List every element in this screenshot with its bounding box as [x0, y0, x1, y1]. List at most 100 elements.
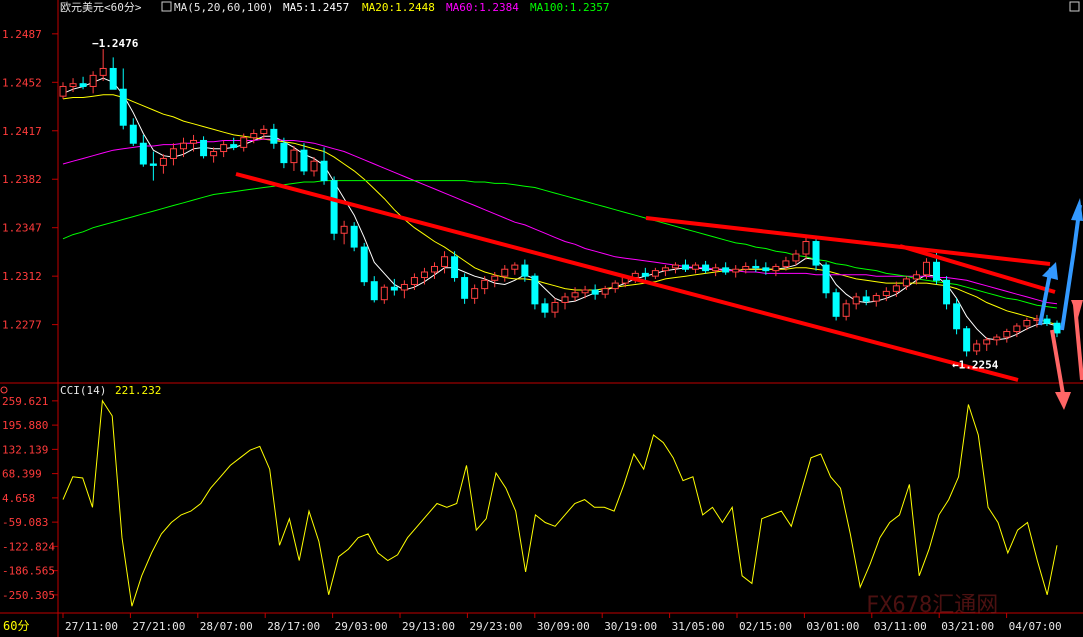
candle-body	[892, 285, 900, 292]
arrow-down-icon	[1071, 300, 1083, 381]
x-tick-label: 29/13:00	[402, 620, 455, 633]
candle	[641, 267, 649, 281]
candle-body	[350, 225, 358, 248]
candle-body	[99, 67, 107, 76]
ma-line-ma100	[62, 180, 1058, 309]
candle	[702, 260, 710, 274]
candle-body	[1043, 318, 1051, 324]
candle	[601, 285, 609, 299]
candle-body	[441, 256, 449, 267]
candle-body	[501, 268, 509, 277]
candle-body	[461, 277, 469, 299]
candle	[812, 237, 820, 271]
price-tick-label: 1.2417	[2, 125, 42, 138]
x-tick-label: 27/11:00	[65, 620, 118, 633]
candle	[109, 57, 117, 90]
candle-body	[270, 128, 278, 144]
cci-tick-label: 132.139	[2, 443, 48, 456]
candle	[651, 267, 659, 279]
candle	[671, 262, 679, 274]
x-tick-label: 28/17:00	[267, 620, 320, 633]
candle	[541, 298, 549, 318]
candle-body	[59, 85, 67, 97]
candle-body	[240, 137, 248, 148]
x-tick-label: 02/15:00	[739, 620, 792, 633]
arrow-down-icon	[1050, 329, 1071, 410]
candle-body	[933, 261, 941, 281]
trendline-upper	[645, 216, 1051, 266]
candle-body	[912, 274, 920, 280]
candle	[370, 276, 378, 303]
ma-line-ma5	[62, 77, 1058, 341]
candle	[99, 49, 107, 81]
x-tick-label: 03/01:00	[806, 620, 859, 633]
indicator-dot-icon[interactable]	[0, 386, 8, 394]
candle	[692, 262, 700, 274]
ma100-value: MA100:1.2357	[530, 1, 609, 14]
candle	[772, 263, 780, 277]
candle-body	[581, 289, 589, 294]
candle-body	[1013, 325, 1021, 333]
candle	[89, 71, 97, 94]
candle	[159, 154, 167, 174]
symbol-title: 欧元美元<60分>	[60, 1, 142, 14]
candle-body	[390, 286, 398, 291]
candle-body	[179, 142, 187, 150]
candle-body	[310, 160, 318, 172]
candle-body	[963, 328, 971, 352]
candle-body	[742, 265, 750, 270]
period-label[interactable]: 60分	[3, 619, 29, 633]
candle-body	[220, 144, 228, 153]
candle-body	[481, 279, 489, 290]
ma-line-ma20	[62, 94, 1058, 326]
candle-body	[802, 241, 810, 255]
candle	[270, 123, 278, 149]
candle-body	[822, 264, 830, 294]
candle-body	[410, 277, 418, 285]
candle	[210, 147, 218, 163]
maximize-icon[interactable]	[1069, 1, 1080, 12]
candle	[220, 140, 228, 158]
watermark-logo: FX678汇通网	[866, 593, 998, 618]
ma5-value: MA5:1.2457	[283, 1, 349, 14]
candle-body	[400, 283, 408, 291]
x-tick-label: 04/07:00	[1009, 620, 1062, 633]
ma-label: MA(5,20,60,100)	[174, 1, 273, 14]
candle-body	[210, 151, 218, 157]
candle-body	[551, 301, 559, 313]
candle-body	[139, 142, 147, 165]
candle	[59, 82, 67, 99]
candle-body	[561, 296, 569, 303]
candle-body	[762, 267, 770, 272]
candle	[943, 276, 951, 310]
candle	[862, 290, 870, 306]
cci-tick-label: 259.621	[2, 395, 48, 408]
x-tick-label: 29/03:00	[335, 620, 388, 633]
candle-body	[89, 74, 97, 87]
candle-body	[732, 268, 740, 273]
candle	[712, 263, 720, 277]
candle	[792, 249, 800, 266]
candle	[390, 278, 398, 296]
candle-body	[119, 88, 127, 126]
candle-body	[190, 139, 198, 144]
candle-body	[611, 282, 619, 290]
candle	[682, 259, 690, 272]
chart-settings-icon[interactable]	[161, 1, 172, 12]
candle	[230, 137, 238, 151]
candle-body	[159, 157, 167, 166]
cci-line	[62, 399, 1058, 607]
candle-body	[722, 267, 730, 273]
candle	[471, 284, 479, 304]
cci-tick-label: 195.880	[2, 419, 48, 432]
candle-body	[290, 149, 298, 164]
cci-tick-label: -122.824	[2, 540, 55, 553]
candle-body	[1053, 322, 1061, 334]
x-tick-label: 30/19:00	[604, 620, 657, 633]
candle	[551, 298, 559, 318]
candle	[953, 298, 961, 335]
candle-body	[882, 290, 890, 297]
candle	[400, 280, 408, 299]
candle	[169, 143, 177, 166]
candle-body	[300, 149, 308, 172]
